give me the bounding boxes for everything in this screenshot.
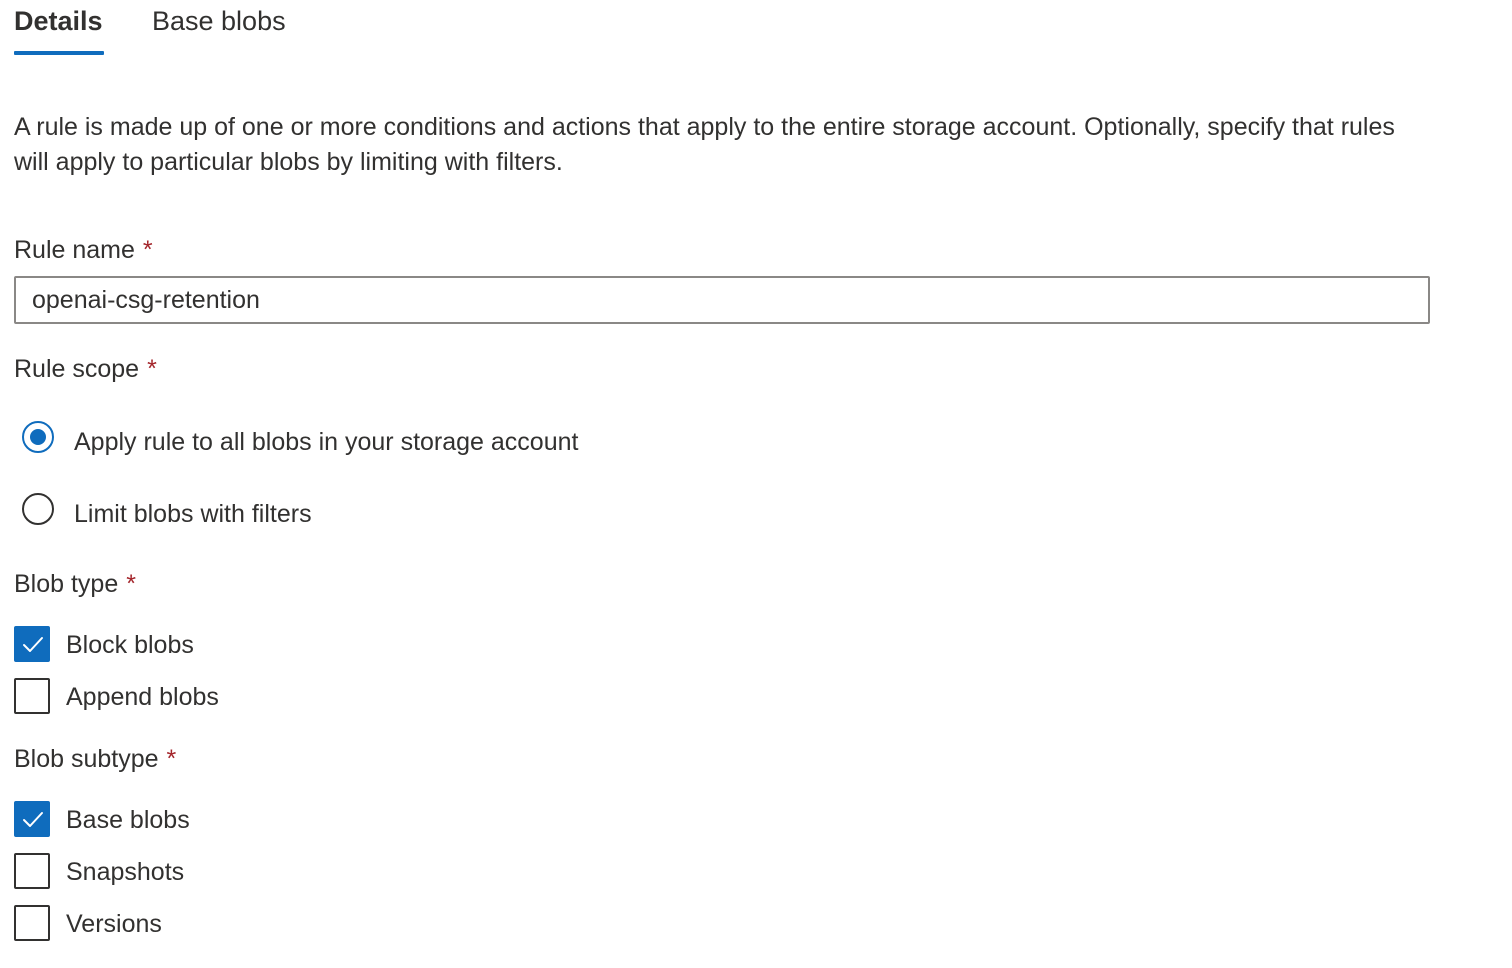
checkbox-block-blobs[interactable]	[14, 626, 50, 662]
radio-limit-blobs-with-filters[interactable]	[22, 493, 54, 525]
radio-apply-all-blobs[interactable]	[22, 421, 54, 453]
required-asterisk: *	[147, 355, 157, 383]
tab-active-indicator	[14, 51, 104, 55]
required-asterisk: *	[142, 236, 153, 264]
blob-subtype-label-text: Blob subtype	[14, 745, 159, 773]
checkmark-icon	[23, 637, 43, 652]
tab-base-blobs[interactable]: Base blobs	[152, 4, 286, 38]
blob-subtype-label: Blob subtype *	[14, 743, 176, 775]
checkbox-block-blobs-label[interactable]: Block blobs	[66, 629, 194, 661]
checkbox-append-blobs-label[interactable]: Append blobs	[66, 681, 219, 713]
checkbox-append-blobs[interactable]	[14, 678, 50, 714]
rule-scope-label: Rule scope *	[14, 353, 157, 385]
radio-limit-blobs-label[interactable]: Limit blobs with filters	[74, 498, 312, 530]
checkbox-base-blobs-label[interactable]: Base blobs	[66, 804, 190, 836]
rule-scope-label-text: Rule scope	[14, 355, 140, 383]
required-asterisk: *	[166, 745, 177, 773]
blob-type-label-text: Blob type	[14, 570, 119, 598]
checkbox-snapshots-label[interactable]: Snapshots	[66, 856, 184, 888]
checkbox-versions[interactable]	[14, 905, 50, 941]
checkmark-icon	[23, 812, 43, 827]
radio-apply-all-blobs-label[interactable]: Apply rule to all blobs in your storage …	[74, 426, 578, 458]
checkbox-base-blobs[interactable]	[14, 801, 50, 837]
tab-details[interactable]: Details	[14, 4, 103, 38]
rule-name-label: Rule name *	[14, 234, 153, 266]
rule-description: A rule is made up of one or more conditi…	[14, 113, 1395, 176]
checkbox-snapshots[interactable]	[14, 853, 50, 889]
blob-type-label: Blob type *	[14, 568, 136, 600]
rule-name-input[interactable]	[14, 276, 1430, 324]
required-asterisk: *	[126, 570, 136, 598]
checkbox-versions-label[interactable]: Versions	[66, 908, 162, 940]
rule-name-label-text: Rule name	[14, 236, 135, 264]
